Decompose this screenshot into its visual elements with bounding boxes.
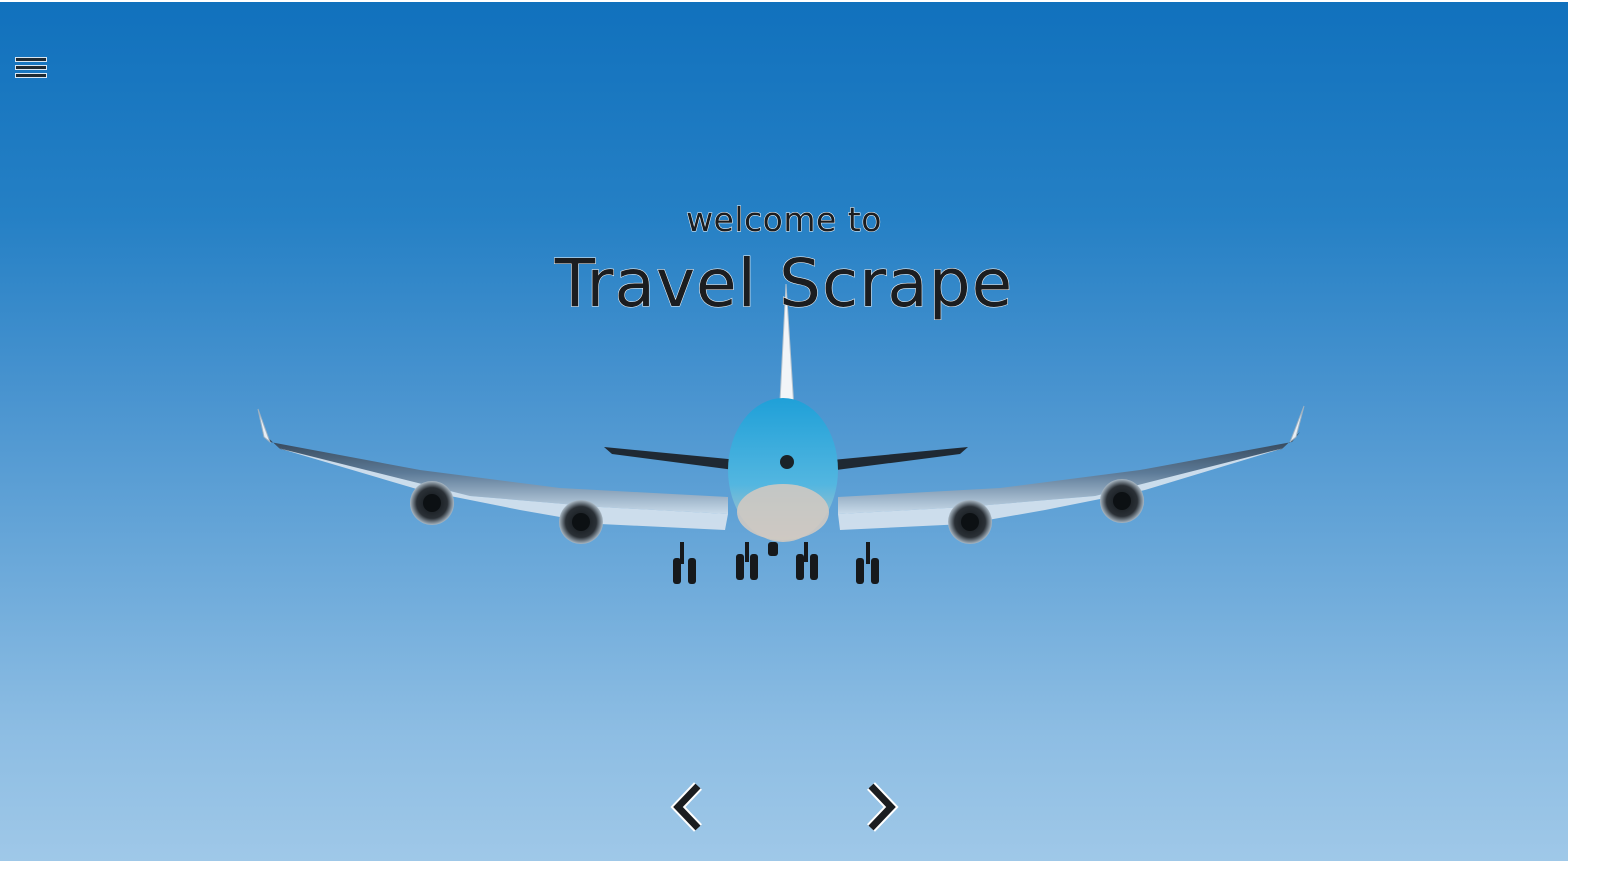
- welcome-text: welcome to: [686, 200, 882, 240]
- chevron-left-icon[interactable]: [668, 780, 708, 834]
- site-title: Travel Scrape: [554, 245, 1014, 323]
- hero-background: welcome to Travel Scrape: [0, 2, 1568, 861]
- chevron-right-icon[interactable]: [861, 780, 901, 834]
- airplane-image: [257, 283, 1305, 584]
